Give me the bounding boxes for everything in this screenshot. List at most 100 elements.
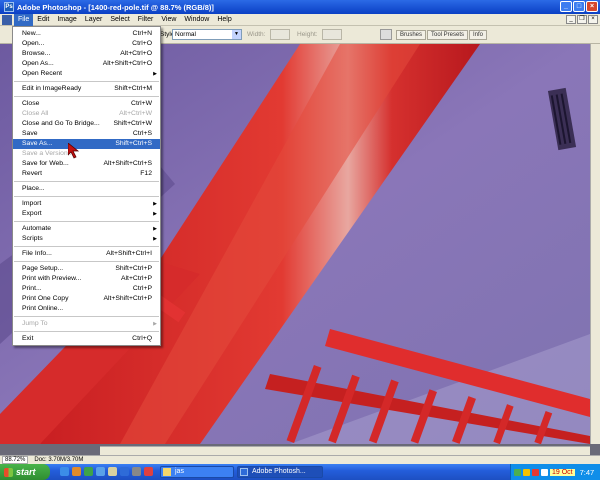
file-menu-item-open-recent[interactable]: Open Recent ▶ [13,69,160,79]
file-menu-item-open[interactable]: Open... Ctrl+O [13,39,160,49]
file-menu-item-jump-to: Jump To ▶ [13,319,160,329]
menu-item-shortcut: Alt+Shift+Ctrl+P [103,295,152,302]
file-menu-item-print-online[interactable]: Print Online... [13,304,160,314]
file-menu-item-print-one-copy[interactable]: Print One Copy Alt+Shift+Ctrl+P [13,294,160,304]
doc-close-button[interactable]: × [588,15,598,24]
status-bar: 88.72% Doc: 3.70M/3.70M [0,455,600,464]
zoom-level[interactable]: 88.72% [2,456,29,464]
windows-logo-icon [4,467,13,477]
menu-layer[interactable]: Layer [81,14,107,26]
tab-tool-presets[interactable]: Tool Presets [427,30,469,40]
file-menu-item-exit[interactable]: Exit Ctrl+Q [13,334,160,344]
task-button-jas[interactable]: jas [160,466,234,478]
system-tray: 19 Oct 7:47 [510,464,600,480]
file-menu-item-close-all: Close All Alt+Ctrl+W [13,109,160,119]
menu-separator [14,261,159,262]
file-menu-item-file-info[interactable]: File Info... Alt+Shift+Ctrl+I [13,249,160,259]
file-menu-item-import[interactable]: Import ▶ [13,199,160,209]
height-field[interactable] [322,29,342,40]
file-menu-item-new[interactable]: New... Ctrl+N [13,29,160,39]
close-button[interactable]: × [586,1,598,12]
file-menu-item-edit-in-imageready[interactable]: Edit in ImageReady Shift+Ctrl+M [13,84,160,94]
file-menu-item-open-as[interactable]: Open As... Alt+Shift+Ctrl+O [13,59,160,69]
menu-item-label: Save [22,130,38,137]
menu-separator [14,316,159,317]
menu-item-label: Place... [22,185,45,192]
maximize-button[interactable]: □ [573,1,585,12]
app-icon[interactable] [132,467,141,476]
submenu-arrow-icon: ▶ [153,236,157,242]
tab-brushes[interactable]: Brushes [396,30,427,40]
menu-item-shortcut: Ctrl+Q [132,335,152,342]
menu-item-label: Save As... [22,140,53,147]
palette-well-icon[interactable] [380,29,392,40]
file-menu-item-save-for-web[interactable]: Save for Web... Alt+Shift+Ctrl+S [13,159,160,169]
menu-help[interactable]: Help [213,14,235,26]
media-icon[interactable] [84,467,93,476]
title-bar: Ps Adobe Photoshop - [1400-red-pole.tif … [0,0,600,14]
menu-item-shortcut: Ctrl+W [131,100,152,107]
file-menu-item-place[interactable]: Place... [13,184,160,194]
tray-icon[interactable] [523,468,530,476]
menu-item-label: Export [22,210,42,217]
menu-file[interactable]: File [14,13,34,26]
width-field[interactable] [270,29,290,40]
menu-item-label: Close and Go To Bridge... [22,120,100,127]
folder-icon [163,468,171,476]
tray-date[interactable]: 19 Oct [550,468,575,476]
photoshop-quicklaunch-icon[interactable] [120,467,129,476]
file-menu-item-print[interactable]: Print... Ctrl+P [13,284,160,294]
menu-item-label: Save a Version... [22,150,74,157]
menu-item-label: Edit in ImageReady [22,85,82,92]
menu-window[interactable]: Window [180,14,213,26]
menu-item-shortcut: Ctrl+N [132,30,152,37]
submenu-arrow-icon: ▶ [153,211,157,217]
menu-separator [14,196,159,197]
menu-item-shortcut: F12 [140,170,152,177]
desktop-icon[interactable] [96,467,105,476]
file-menu-item-close-and-go-to-bridge[interactable]: Close and Go To Bridge... Shift+Ctrl+W [13,119,160,129]
document-icon[interactable] [2,14,12,25]
menu-separator [14,96,159,97]
file-menu-item-export[interactable]: Export ▶ [13,209,160,219]
explorer-icon[interactable] [108,467,117,476]
menu-item-label: Print One Copy [22,295,69,302]
vertical-scrollbar[interactable] [590,44,600,444]
task-button-photoshop[interactable]: Adobe Photosh... [237,466,323,478]
ie-icon[interactable] [60,467,69,476]
file-menu-item-print-with-preview[interactable]: Print with Preview... Alt+Ctrl+P [13,274,160,284]
doc-minimize-button[interactable]: _ [566,15,576,24]
tray-icon[interactable] [514,468,521,476]
menu-item-label: File Info... [22,250,52,257]
start-button[interactable]: start [0,464,50,480]
menu-select[interactable]: Select [106,14,133,26]
menu-image[interactable]: Image [53,14,80,26]
file-menu-item-save[interactable]: Save Ctrl+S [13,129,160,139]
menu-edit[interactable]: Edit [33,14,53,26]
tray-clock[interactable]: 7:47 [580,468,595,477]
file-menu-item-page-setup[interactable]: Page Setup... Shift+Ctrl+P [13,264,160,274]
minimize-button[interactable]: _ [560,1,572,12]
file-menu-item-automate[interactable]: Automate ▶ [13,224,160,234]
menu-item-label: Close [22,100,40,107]
menu-filter[interactable]: Filter [134,14,158,26]
file-menu-item-scripts[interactable]: Scripts ▶ [13,234,160,244]
file-menu-item-revert[interactable]: Revert F12 [13,169,160,179]
submenu-arrow-icon: ▶ [153,321,157,327]
tab-info[interactable]: Info [469,30,488,40]
chevron-down-icon[interactable]: ▼ [232,30,241,39]
menu-separator [14,221,159,222]
file-menu-item-browse[interactable]: Browse... Alt+Ctrl+O [13,49,160,59]
tray-icon[interactable] [532,468,539,476]
doc-restore-button[interactable]: ❐ [577,15,587,24]
style-select[interactable]: Normal ▼ [172,29,242,40]
app-icon[interactable] [144,467,153,476]
menu-view[interactable]: View [157,14,180,26]
doc-size: Doc: 3.70M/3.70M [34,457,84,463]
menu-item-shortcut: Shift+Ctrl+W [113,120,152,127]
file-menu-item-close[interactable]: Close Ctrl+W [13,99,160,109]
photoshop-app-icon[interactable]: Ps [4,2,14,12]
tray-icon[interactable] [541,468,548,476]
firefox-icon[interactable] [72,467,81,476]
file-menu-item-save-as[interactable]: Save As... Shift+Ctrl+S [13,139,160,149]
